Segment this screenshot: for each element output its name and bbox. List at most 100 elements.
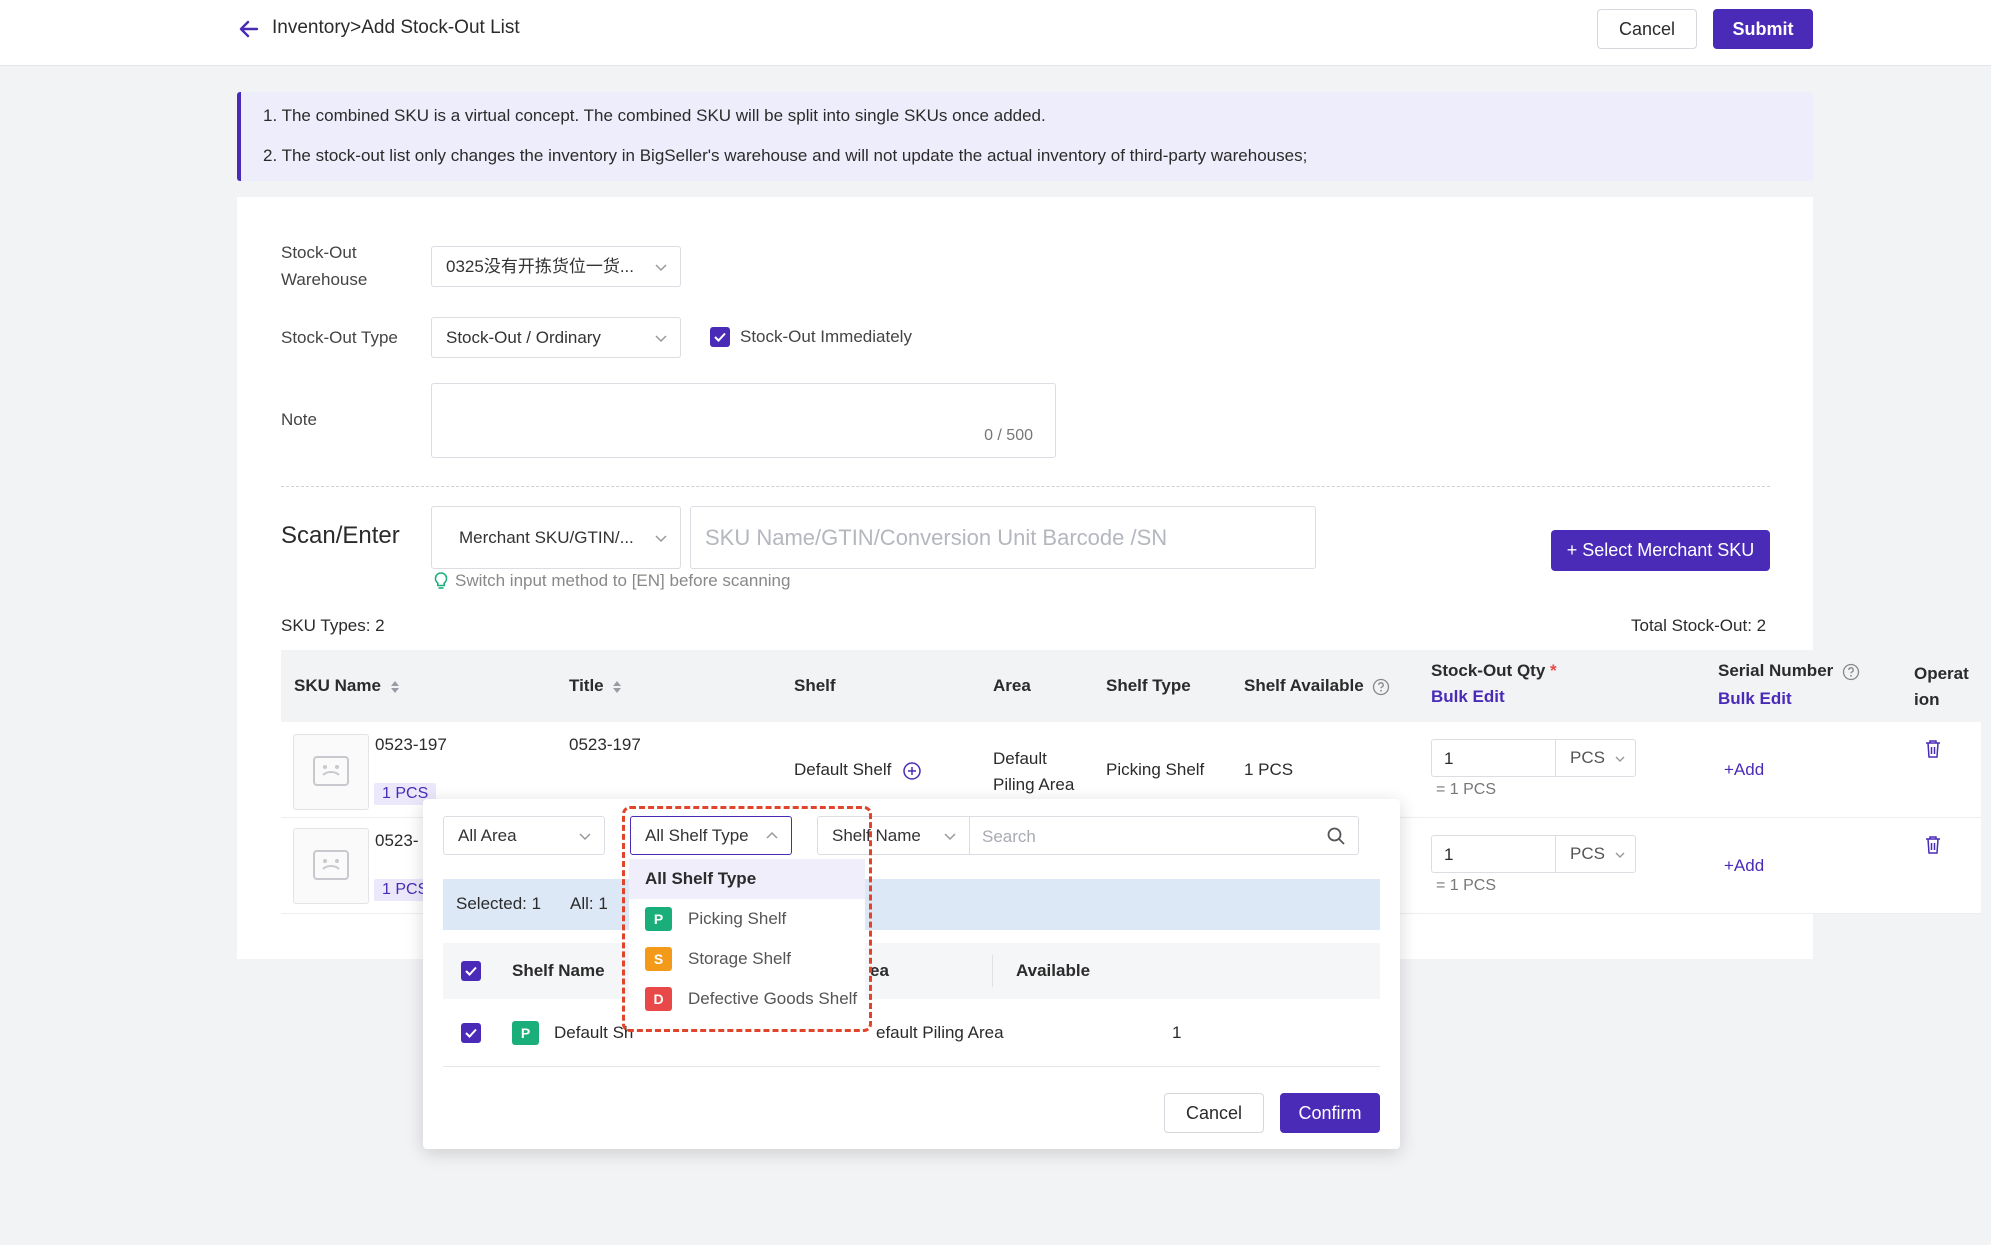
table-header: SKU Name Title Shelf Area Shelf Type She…: [281, 650, 1981, 722]
no-image-icon: [313, 756, 349, 786]
stock-out-immediately-label: Stock-Out Immediately: [740, 327, 912, 346]
shelf-row[interactable]: P Default Sh efault Piling Area 1: [443, 999, 1380, 1067]
area-filter-select[interactable]: All Area: [443, 816, 605, 855]
selection-summary-bar: Selected: 1 All: 1: [443, 879, 1380, 930]
shelf-table-header: Shelf Name ea Available: [443, 943, 1380, 999]
top-bar: Inventory>Add Stock-Out List Cancel Subm…: [0, 0, 1991, 66]
submit-button[interactable]: Submit: [1713, 9, 1813, 49]
col-shelf-name: Shelf Name: [512, 961, 605, 980]
popover-confirm-button[interactable]: Confirm: [1280, 1093, 1380, 1133]
back-arrow-icon[interactable]: [237, 17, 261, 41]
shelf-row-checkbox[interactable]: [461, 1023, 481, 1043]
check-icon: [465, 1028, 477, 1038]
area-cell: Default Piling Area: [993, 749, 1075, 794]
column-divider: [992, 955, 993, 987]
defective-shelf-badge: D: [645, 987, 672, 1011]
scan-input-placeholder: SKU Name/GTIN/Conversion Unit Barcode /S…: [705, 525, 1168, 550]
shelf-type-cell: Picking Shelf: [1106, 760, 1205, 779]
picking-shelf-badge: P: [645, 907, 672, 931]
col-serial-number: Serial Number: [1718, 661, 1860, 681]
area-filter-value: All Area: [458, 826, 517, 845]
shelf-type-dropdown: All Shelf Type P Picking Shelf S Storage…: [629, 857, 865, 1025]
qty-input[interactable]: 1 PCS: [1431, 739, 1636, 777]
dropdown-option-all-shelf-type[interactable]: All Shelf Type: [629, 859, 865, 899]
chevron-down-icon: [1615, 756, 1625, 762]
title-cell: 0523-197: [569, 735, 641, 754]
unit-select[interactable]: PCS: [1555, 836, 1636, 872]
shelf-name-filter-value: Shelf Name: [832, 826, 921, 845]
shelf-cell: Default Shelf: [794, 760, 922, 781]
lightbulb-icon: [434, 572, 448, 589]
scan-mode-select[interactable]: Merchant SKU/GTIN/...: [431, 506, 681, 569]
notice-line-2: 2. The stock-out list only changes the i…: [263, 146, 1308, 165]
trash-icon[interactable]: [1924, 739, 1942, 759]
col-available: Available: [1016, 961, 1091, 980]
trash-icon[interactable]: [1924, 835, 1942, 855]
chevron-down-icon: [655, 535, 667, 543]
col-stock-out-qty: Stock-Out Qty *: [1431, 661, 1557, 680]
selected-count: Selected: 1: [456, 894, 542, 913]
product-thumbnail: [293, 734, 369, 810]
shelf-available-cell: 1 PCS: [1244, 760, 1294, 779]
add-serial-link[interactable]: +Add: [1724, 856, 1764, 876]
col-shelf-available: Shelf Available: [1244, 676, 1390, 696]
scan-hint: Switch input method to [EN] before scann…: [433, 571, 790, 591]
search-icon[interactable]: [1326, 826, 1346, 846]
shelf-type-filter-select[interactable]: All Shelf Type: [630, 816, 792, 855]
total-stock-out: Total Stock-Out: 2: [1631, 616, 1767, 635]
check-icon: [465, 966, 477, 976]
help-icon[interactable]: [1372, 678, 1390, 696]
stock-out-type-value: Stock-Out / Ordinary: [446, 328, 601, 347]
header-cancel-button[interactable]: Cancel: [1597, 9, 1697, 49]
scan-section-title: Scan/Enter: [281, 522, 400, 549]
col-shelf-type: Shelf Type: [1106, 676, 1191, 695]
sort-icon[interactable]: [390, 679, 400, 695]
shelf-name-filter-select[interactable]: Shelf Name: [817, 816, 970, 855]
col-title[interactable]: Title: [569, 676, 622, 696]
col-shelf: Shelf: [794, 676, 836, 695]
serial-bulk-edit-link[interactable]: Bulk Edit: [1718, 689, 1792, 709]
note-textarea[interactable]: 0 / 500: [431, 383, 1056, 458]
stock-out-type-label: Stock-Out Type: [281, 328, 398, 347]
col-sku-name[interactable]: SKU Name: [294, 676, 400, 696]
col-operation: Operat ion: [1914, 664, 1969, 709]
shelf-search-input[interactable]: Search: [969, 816, 1359, 855]
dropdown-option-defective-goods-shelf[interactable]: D Defective Goods Shelf: [629, 979, 865, 1019]
scan-input[interactable]: SKU Name/GTIN/Conversion Unit Barcode /S…: [690, 506, 1316, 569]
qty-equivalent: = 1 PCS: [1436, 781, 1497, 798]
warehouse-select[interactable]: 0325没有开拣货位一货...: [431, 246, 681, 287]
qty-bulk-edit-link[interactable]: Bulk Edit: [1431, 687, 1505, 707]
section-divider: [281, 486, 1770, 487]
shelf-type-filter-value: All Shelf Type: [645, 826, 749, 845]
chevron-down-icon: [944, 833, 956, 841]
add-circle-icon[interactable]: [902, 761, 922, 781]
chevron-down-icon: [655, 264, 667, 272]
chevron-down-icon: [655, 335, 667, 343]
sku-types-count: SKU Types: 2: [281, 616, 385, 635]
qty-equivalent: = 1 PCS: [1436, 877, 1497, 894]
shelf-search-placeholder: Search: [982, 827, 1036, 846]
help-icon[interactable]: [1842, 663, 1860, 681]
scan-hint-text: Switch input method to [EN] before scann…: [455, 571, 791, 590]
dropdown-option-picking-shelf[interactable]: P Picking Shelf: [629, 899, 865, 939]
shelf-row-available: 1: [1172, 1023, 1182, 1042]
add-serial-link[interactable]: +Add: [1724, 760, 1764, 780]
note-counter: 0 / 500: [984, 427, 1033, 444]
warehouse-label: Stock-Out Warehouse: [281, 243, 368, 289]
chevron-down-icon: [1615, 852, 1625, 858]
select-merchant-sku-button[interactable]: + Select Merchant SKU: [1551, 530, 1770, 571]
stock-out-immediately-checkbox[interactable]: [710, 327, 730, 347]
qty-input[interactable]: 1 PCS: [1431, 835, 1636, 873]
notice-line-1: 1. The combined SKU is a virtual concept…: [263, 106, 1046, 125]
select-all-checkbox[interactable]: [461, 961, 481, 981]
shelf-row-area: efault Piling Area: [876, 1023, 1004, 1042]
popover-cancel-button[interactable]: Cancel: [1164, 1093, 1264, 1133]
sort-icon[interactable]: [612, 679, 622, 695]
picking-shelf-badge: P: [512, 1021, 539, 1045]
warehouse-select-value: 0325没有开拣货位一货...: [446, 257, 634, 276]
chevron-up-icon: [766, 831, 778, 839]
unit-select[interactable]: PCS: [1555, 740, 1636, 776]
stock-out-type-select[interactable]: Stock-Out / Ordinary: [431, 317, 681, 358]
qty-value: 1: [1444, 749, 1454, 768]
dropdown-option-storage-shelf[interactable]: S Storage Shelf: [629, 939, 865, 979]
